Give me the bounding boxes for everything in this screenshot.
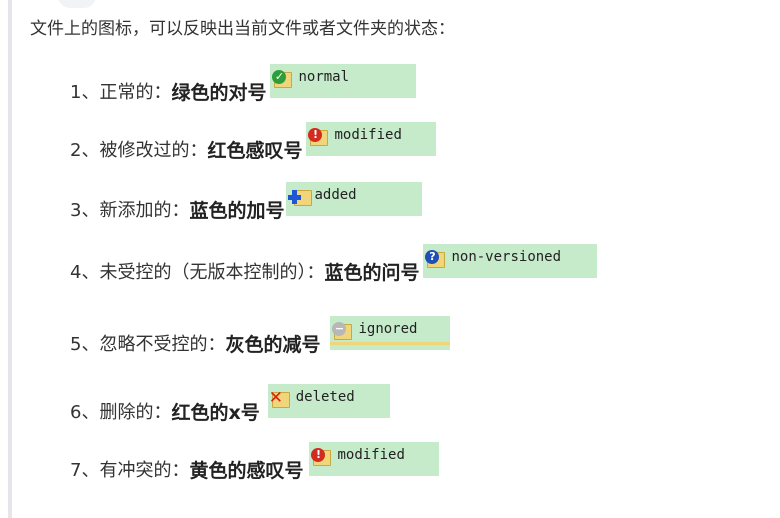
status-label: modified [334,127,402,143]
item-highlight: 蓝色的问号 [324,261,420,284]
blue-question-icon: ? [425,248,446,268]
item-number: 6、 [70,402,100,423]
status-label: ignored [358,321,418,337]
folder-strip-icon [330,342,451,351]
status-label: normal [298,69,350,85]
item-description: 新添加的： [99,200,190,221]
item-description: 未受控的（无版本控制的）： [99,262,325,283]
item-highlight: 蓝色的加号 [189,199,285,222]
status-sample: added [286,182,423,216]
list-item: 2、 被修改过的： 红色感叹号 ! modified [70,122,437,174]
status-sample: − ignored [330,316,451,351]
item-highlight: 灰色的减号 [225,333,321,356]
red-x-icon: ✕ [269,388,290,408]
green-check-icon: ✓ [272,68,293,88]
status-label: added [314,187,357,203]
status-sample: ✓ normal [270,64,417,98]
red-exclamation-icon: ! [308,126,329,146]
status-sample: ? non-versioned [423,244,598,278]
intro-text: 文件上的图标，可以反映出当前文件或者文件夹的状态： [30,19,455,39]
item-description: 删除的： [99,402,172,423]
item-description: 正常的： [99,82,172,103]
item-number: 7、 [70,460,100,481]
item-highlight: 黄色的感叹号 [189,459,304,482]
item-number: 4、 [70,262,100,283]
item-number: 2、 [70,140,100,161]
list-item: 5、 忽略不受控的： 灰色的减号 − ignored [70,316,451,368]
item-highlight: 红色的x号 [171,401,260,424]
item-number: 3、 [70,200,100,221]
item-description: 被修改过的： [99,140,208,161]
red-exclamation-icon: ! [311,446,332,466]
status-sample: ✕ deleted [267,384,390,418]
list-item: 1、 正常的： 绿色的对号 ✓ normal [70,64,417,116]
list-item: 4、 未受控的（无版本控制的）： 蓝色的问号 ? non-versioned [70,244,598,296]
status-sample: ! modified [306,122,437,156]
quote-mark-icon: “ [58,0,96,14]
blockquote-bar [8,0,12,518]
status-label: non-versioned [451,249,562,265]
list-item: 6、 删除的： 红色的x号 ✕ deleted [70,384,390,436]
list-item: 3、 新添加的： 蓝色的加号 added [70,182,423,234]
blue-plus-icon [288,186,313,206]
item-number: 1、 [70,82,100,103]
item-highlight: 红色感叹号 [207,139,303,162]
status-label: deleted [295,389,355,405]
item-number: 5、 [70,334,100,355]
gray-minus-icon: − [332,320,353,340]
item-description: 有冲突的： [99,460,190,481]
item-highlight: 绿色的对号 [171,81,267,104]
item-description: 忽略不受控的： [99,334,226,355]
status-label: modified [337,447,405,463]
list-item: 7、 有冲突的： 黄色的感叹号 ! modified [70,442,440,494]
status-sample: ! modified [309,442,440,476]
